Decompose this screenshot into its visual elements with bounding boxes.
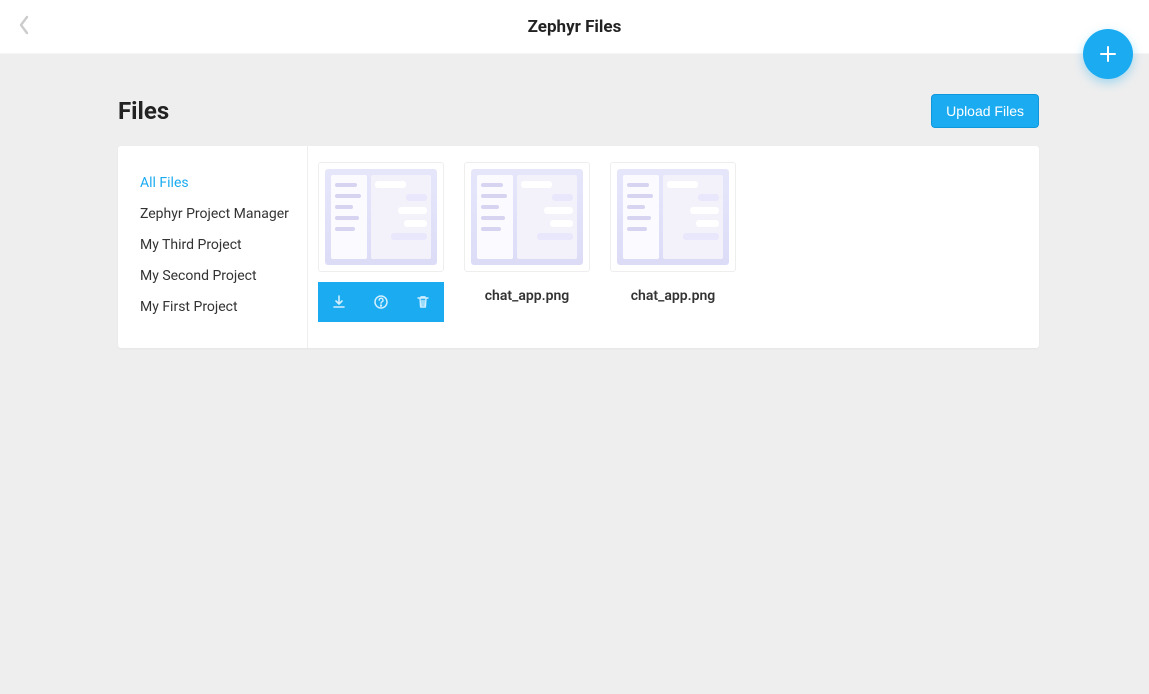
file-thumbnail bbox=[610, 162, 736, 272]
sidebar-item-project[interactable]: Zephyr Project Manager bbox=[140, 201, 289, 228]
sidebar: All Files Zephyr Project Manager My Thir… bbox=[118, 146, 308, 348]
file-thumbnail bbox=[318, 162, 444, 272]
sidebar-item-all-files[interactable]: All Files bbox=[140, 170, 289, 197]
file-card[interactable]: chat_app.png bbox=[610, 162, 736, 304]
file-thumbnail bbox=[464, 162, 590, 272]
files-grid: chat_app.png chat_app.png bbox=[308, 146, 1039, 348]
file-card[interactable]: chat_app.png bbox=[464, 162, 590, 304]
sidebar-item-project[interactable]: My First Project bbox=[140, 294, 289, 321]
download-icon[interactable] bbox=[331, 294, 347, 310]
trash-icon[interactable] bbox=[415, 294, 431, 310]
sidebar-item-project[interactable]: My Third Project bbox=[140, 232, 289, 259]
back-icon[interactable] bbox=[18, 15, 30, 39]
file-action-bar bbox=[318, 282, 444, 322]
topbar-title: Zephyr Files bbox=[528, 17, 622, 37]
add-button[interactable] bbox=[1083, 29, 1133, 79]
sidebar-item-project[interactable]: My Second Project bbox=[140, 263, 289, 290]
file-name: chat_app.png bbox=[610, 288, 736, 304]
top-bar: Zephyr Files bbox=[0, 0, 1149, 54]
page-title: Files bbox=[118, 97, 169, 125]
file-card[interactable] bbox=[318, 162, 444, 322]
files-panel: All Files Zephyr Project Manager My Thir… bbox=[118, 146, 1039, 348]
upload-files-button[interactable]: Upload Files bbox=[931, 94, 1039, 128]
help-icon[interactable] bbox=[373, 294, 389, 310]
file-name: chat_app.png bbox=[464, 288, 590, 304]
